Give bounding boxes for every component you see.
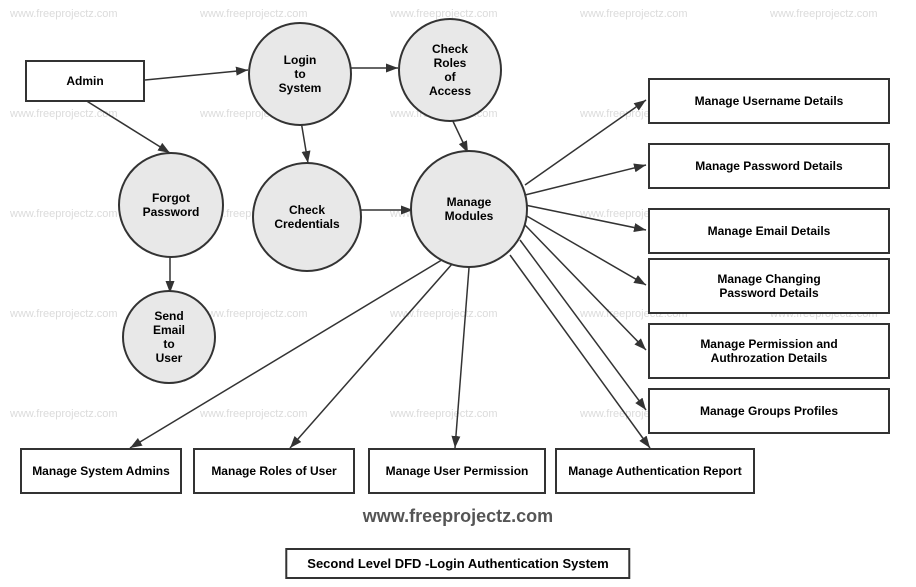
manage-modules-label: ManageModules bbox=[445, 195, 494, 223]
watermark-6: www.freeprojectz.com bbox=[10, 108, 118, 120]
manage-username-box: Manage Username Details bbox=[648, 78, 890, 124]
watermark-18: www.freeprojectz.com bbox=[390, 308, 498, 320]
watermark-4: www.freeprojectz.com bbox=[580, 8, 688, 20]
watermark-22: www.freeprojectz.com bbox=[200, 408, 308, 420]
send-email-label: SendEmailtoUser bbox=[153, 309, 185, 365]
manage-roles-label: Manage Roles of User bbox=[211, 464, 336, 478]
watermark-2: www.freeprojectz.com bbox=[200, 8, 308, 20]
manage-user-perm-box: Manage User Permission bbox=[368, 448, 546, 494]
check-roles-node: CheckRolesofAccess bbox=[398, 18, 502, 122]
manage-modules-node: ManageModules bbox=[410, 150, 528, 268]
manage-changing-pwd-label: Manage ChangingPassword Details bbox=[717, 272, 820, 300]
manage-groups-box: Manage Groups Profiles bbox=[648, 388, 890, 434]
manage-sys-admins-label: Manage System Admins bbox=[32, 464, 170, 478]
login-node: LogintoSystem bbox=[248, 22, 352, 126]
watermark-23: www.freeprojectz.com bbox=[390, 408, 498, 420]
manage-user-perm-label: Manage User Permission bbox=[386, 464, 529, 478]
watermark-21: www.freeprojectz.com bbox=[10, 408, 118, 420]
manage-username-label: Manage Username Details bbox=[695, 94, 844, 108]
watermark-1: www.freeprojectz.com bbox=[10, 8, 118, 20]
watermark-17: www.freeprojectz.com bbox=[200, 308, 308, 320]
send-email-node: SendEmailtoUser bbox=[122, 290, 216, 384]
login-label: LogintoSystem bbox=[279, 53, 322, 95]
diagram: www.freeprojectz.com www.freeprojectz.co… bbox=[0, 0, 916, 587]
manage-auth-report-box: Manage Authentication Report bbox=[555, 448, 755, 494]
check-roles-label: CheckRolesofAccess bbox=[429, 42, 471, 98]
manage-permission-label: Manage Permission andAuthrozation Detail… bbox=[700, 337, 837, 365]
title-box: Second Level DFD -Login Authentication S… bbox=[285, 548, 630, 579]
manage-sys-admins-box: Manage System Admins bbox=[20, 448, 182, 494]
title-text: Second Level DFD -Login Authentication S… bbox=[307, 556, 608, 571]
manage-email-label: Manage Email Details bbox=[708, 224, 831, 238]
forgot-password-label: ForgotPassword bbox=[143, 191, 200, 219]
watermark-11: www.freeprojectz.com bbox=[10, 208, 118, 220]
forgot-password-node: ForgotPassword bbox=[118, 152, 224, 258]
manage-email-box: Manage Email Details bbox=[648, 208, 890, 254]
manage-changing-pwd-box: Manage ChangingPassword Details bbox=[648, 258, 890, 314]
admin-label: Admin bbox=[66, 74, 103, 88]
check-credentials-label: CheckCredentials bbox=[274, 203, 339, 231]
footer-watermark-text: www.freeprojectz.com bbox=[363, 506, 553, 526]
manage-password-label: Manage Password Details bbox=[695, 159, 842, 173]
watermark-5: www.freeprojectz.com bbox=[770, 8, 878, 20]
manage-roles-box: Manage Roles of User bbox=[193, 448, 355, 494]
manage-groups-label: Manage Groups Profiles bbox=[700, 404, 838, 418]
manage-auth-report-label: Manage Authentication Report bbox=[568, 464, 742, 478]
watermark-16: www.freeprojectz.com bbox=[10, 308, 118, 320]
manage-password-box: Manage Password Details bbox=[648, 143, 890, 189]
manage-permission-box: Manage Permission andAuthrozation Detail… bbox=[648, 323, 890, 379]
check-credentials-node: CheckCredentials bbox=[252, 162, 362, 272]
footer-watermark: www.freeprojectz.com bbox=[0, 506, 916, 527]
admin-box: Admin bbox=[25, 60, 145, 102]
